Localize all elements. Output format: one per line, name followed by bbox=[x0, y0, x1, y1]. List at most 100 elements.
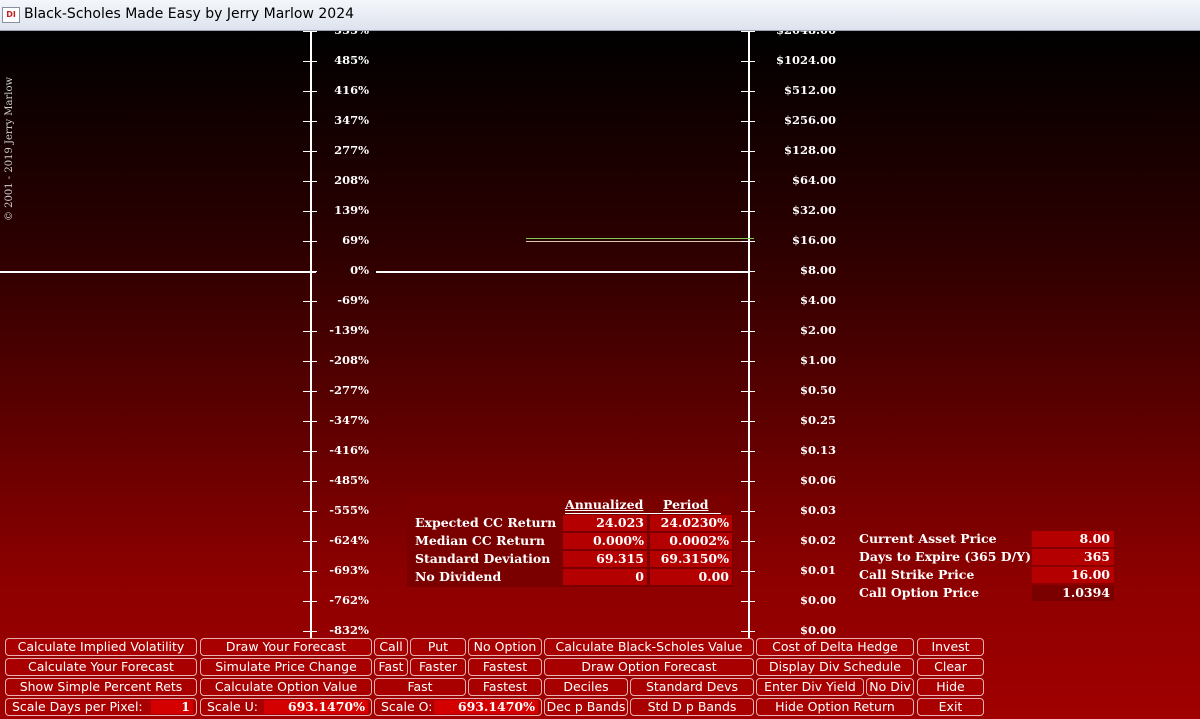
scale-days-value[interactable]: 1 bbox=[151, 700, 193, 714]
left-axis-label: -624% bbox=[329, 533, 369, 547]
display-div-schedule-button[interactable]: Display Div Schedule bbox=[756, 658, 914, 676]
exit-button[interactable]: Exit bbox=[917, 698, 984, 716]
right-axis-label: $2048.00 bbox=[746, 31, 836, 37]
stat-label: No Dividend bbox=[415, 569, 502, 584]
deciles-button[interactable]: Deciles bbox=[544, 678, 628, 696]
zero-line-center bbox=[376, 271, 750, 273]
left-axis-label: -762% bbox=[329, 593, 369, 607]
no-div-button[interactable]: No Div bbox=[866, 678, 914, 696]
sim-fastest-button[interactable]: Fastest bbox=[468, 658, 542, 676]
param-label: Call Option Price bbox=[859, 585, 980, 600]
left-axis-label: 0% bbox=[350, 263, 369, 277]
stat-period: 0.00 bbox=[650, 569, 732, 585]
scale-o-field[interactable]: Scale O: 693.1470% bbox=[374, 698, 542, 716]
param-label: Days to Expire (365 D/Y) bbox=[859, 549, 1032, 564]
stat-label: Standard Deviation bbox=[415, 551, 551, 566]
draw-your-forecast-button[interactable]: Draw Your Forecast bbox=[200, 638, 372, 656]
window-title: Black-Scholes Made Easy by Jerry Marlow … bbox=[24, 6, 355, 22]
left-axis-label: 139% bbox=[334, 203, 369, 217]
scale-u-field[interactable]: Scale U: 693.1470% bbox=[200, 698, 372, 716]
scale-o-label: Scale O: bbox=[381, 699, 433, 714]
calculate-black-scholes-value-button[interactable]: Calculate Black-Scholes Value bbox=[544, 638, 754, 656]
right-axis-label: $1024.00 bbox=[775, 53, 836, 67]
days-to-expire-field[interactable]: 365 bbox=[1032, 549, 1114, 565]
right-axis-label: $0.03 bbox=[799, 503, 836, 517]
scale-u-value[interactable]: 693.1470% bbox=[264, 700, 368, 714]
right-axis-label: $0.13 bbox=[799, 443, 836, 457]
put-button[interactable]: Put bbox=[410, 638, 466, 656]
right-axis-label: $0.01 bbox=[799, 563, 836, 577]
calculate-implied-volatility-button[interactable]: Calculate Implied Volatility bbox=[5, 638, 197, 656]
left-axis-label: -69% bbox=[337, 293, 369, 307]
right-axis-label: $8.00 bbox=[799, 263, 836, 277]
left-axis-label: -555% bbox=[329, 503, 369, 517]
clear-button[interactable]: Clear bbox=[917, 658, 984, 676]
left-axis-label: 416% bbox=[334, 83, 369, 97]
stat-label: Expected CC Return bbox=[415, 515, 557, 530]
right-axis-label: $2.00 bbox=[799, 323, 836, 337]
right-axis-label: $0.50 bbox=[799, 383, 836, 397]
left-axis-label: 69% bbox=[342, 233, 369, 247]
std-d-p-bands-button[interactable]: Std D p Bands bbox=[630, 698, 754, 716]
left-axis-label: -693% bbox=[329, 563, 369, 577]
draw-option-forecast-button[interactable]: Draw Option Forecast bbox=[544, 658, 754, 676]
stat-label: Median CC Return bbox=[415, 533, 545, 548]
copyright-text: © 2001 - 2019 Jerry Marlow bbox=[4, 76, 15, 221]
left-axis-label: -485% bbox=[329, 473, 369, 487]
current-asset-price-field[interactable]: 8.00 bbox=[1032, 531, 1114, 547]
calculate-your-forecast-button[interactable]: Calculate Your Forecast bbox=[5, 658, 197, 676]
forecast-canvas[interactable]: © 2001 - 2019 Jerry Marlow 555% 485% 416% 3… bbox=[0, 31, 1200, 719]
right-axis-label: $256.00 bbox=[783, 113, 836, 127]
strike-line bbox=[526, 241, 754, 242]
left-axis-label: 208% bbox=[334, 173, 369, 187]
stat-period: 24.0230% bbox=[650, 515, 732, 531]
scale-o-value[interactable]: 693.1470% bbox=[434, 700, 538, 714]
left-axis-label: -416% bbox=[329, 443, 369, 457]
simulate-price-change-button[interactable]: Simulate Price Change bbox=[200, 658, 372, 676]
standard-devs-button[interactable]: Standard Devs bbox=[630, 678, 754, 696]
left-axis-label: -347% bbox=[329, 413, 369, 427]
left-axis-label: 347% bbox=[334, 113, 369, 127]
calc-fast-button[interactable]: Fast bbox=[374, 678, 466, 696]
show-simple-percent-rets-button[interactable]: Show Simple Percent Rets bbox=[5, 678, 197, 696]
stat-annualized: 24.023 bbox=[563, 515, 647, 531]
param-label: Call Strike Price bbox=[859, 567, 975, 582]
call-strike-price-field[interactable]: 16.00 bbox=[1032, 567, 1114, 583]
calc-fastest-button[interactable]: Fastest bbox=[468, 678, 542, 696]
scale-days-label: Scale Days per Pixel: bbox=[12, 699, 143, 714]
dec-p-bands-button[interactable]: Dec p Bands bbox=[544, 698, 628, 716]
invest-button[interactable]: Invest bbox=[917, 638, 984, 656]
returns-stats-table: Annualized Period Expected CC Return 24.… bbox=[407, 495, 733, 587]
left-axis-label: -139% bbox=[329, 323, 369, 337]
stat-period: 0.0002% bbox=[650, 533, 732, 549]
hide-option-return-button[interactable]: Hide Option Return bbox=[756, 698, 914, 716]
left-axis-label: 277% bbox=[334, 143, 369, 157]
right-axis-label: $1.00 bbox=[799, 353, 836, 367]
call-option-price-field[interactable]: 1.0394 bbox=[1032, 585, 1114, 601]
right-axis-label: $4.00 bbox=[799, 293, 836, 307]
calculate-option-value-button[interactable]: Calculate Option Value bbox=[200, 678, 372, 696]
left-axis-label: -208% bbox=[329, 353, 369, 367]
param-label: Current Asset Price bbox=[859, 531, 997, 546]
zero-line-left bbox=[0, 271, 316, 273]
scale-days-per-pixel-field[interactable]: Scale Days per Pixel: 1 bbox=[5, 698, 197, 716]
left-axis-label: 485% bbox=[334, 53, 369, 67]
stat-annualized: 69.315 bbox=[563, 551, 647, 567]
left-axis-label: 555% bbox=[309, 31, 369, 37]
right-axis-label: $128.00 bbox=[783, 143, 836, 157]
hide-button[interactable]: Hide bbox=[917, 678, 984, 696]
app-icon[interactable]: DI bbox=[2, 7, 20, 23]
right-axis-label: $64.00 bbox=[791, 173, 836, 187]
right-axis-label: $0.00 bbox=[799, 593, 836, 607]
left-axis-label: -277% bbox=[329, 383, 369, 397]
sim-faster-button[interactable]: Faster bbox=[410, 658, 466, 676]
stat-annualized: 0.000% bbox=[563, 533, 647, 549]
stat-annualized: 0 bbox=[563, 569, 647, 585]
call-button[interactable]: Call bbox=[374, 638, 408, 656]
cost-of-delta-hedge-button[interactable]: Cost of Delta Hedge bbox=[756, 638, 914, 656]
no-option-button[interactable]: No Option bbox=[468, 638, 542, 656]
sim-fast-button[interactable]: Fast bbox=[374, 658, 408, 676]
right-axis-label: $0.25 bbox=[799, 413, 836, 427]
enter-div-yield-button[interactable]: Enter Div Yield bbox=[756, 678, 864, 696]
right-axis-label: $0.02 bbox=[799, 533, 836, 547]
